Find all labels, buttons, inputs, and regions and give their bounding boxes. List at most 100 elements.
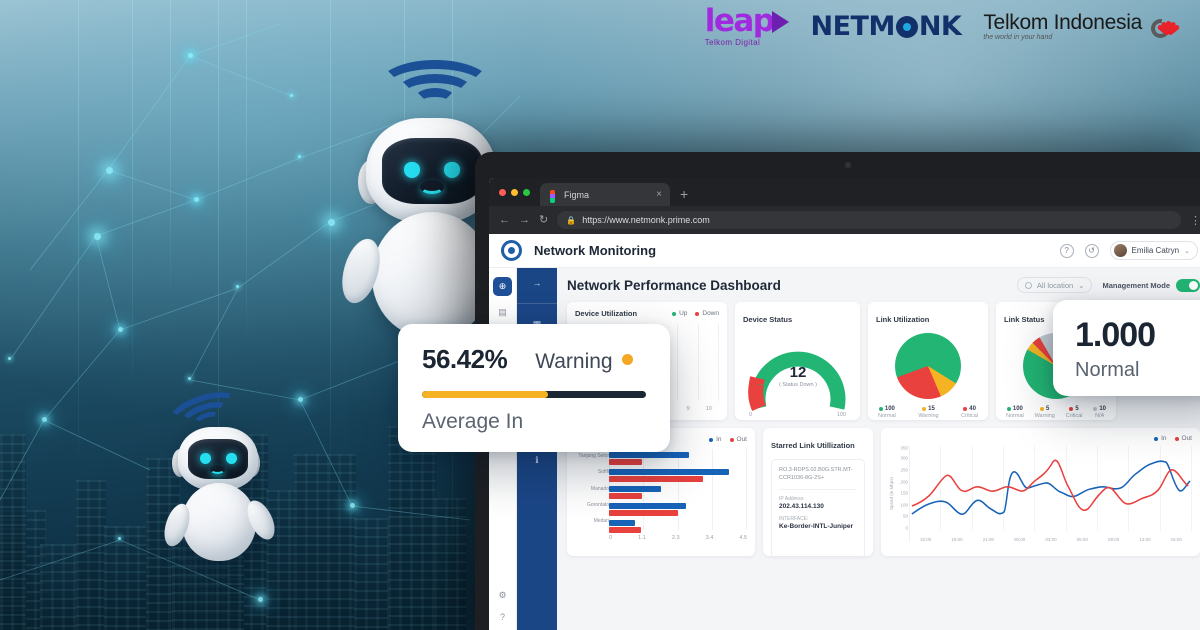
chevron-down-icon: ⌄	[1184, 247, 1190, 255]
link-utilization-card: Link Utilization 100 Normal 15 Warning 4…	[868, 302, 988, 420]
tab-close-icon[interactable]: ×	[656, 189, 662, 200]
legend-in: In	[1154, 435, 1167, 442]
expand-icon[interactable]: →	[528, 275, 546, 291]
starred-device-name: RO.3-RDPS.02.B0G.STR.MT-CCR1036-8G-2S+	[779, 467, 853, 481]
legend-in: In	[709, 436, 722, 443]
device-utilization-title: Device Utilization	[575, 309, 638, 318]
traffic-group-1	[609, 469, 747, 483]
starred-line-chart: Speed (in Mbps) 350 300 250 200 150 100 …	[889, 445, 1192, 542]
robot-visor	[382, 138, 482, 204]
url-text: https://www.netmonk.prime.com	[582, 215, 710, 225]
interface-label: INTERFACE:	[779, 515, 809, 522]
browser-tabbar: Figma × +	[489, 178, 1200, 206]
avatar	[1113, 244, 1127, 257]
starred-chart-legend: In Out	[1154, 435, 1192, 442]
link-status-title: Link Status	[1004, 315, 1045, 324]
traffic-legend: In Out	[709, 436, 747, 443]
yaxis-ticks: 350 300 250 200 150 100 50 0	[900, 445, 908, 531]
ip-label: IP Address:	[779, 495, 805, 502]
telkom-tagline: the world in your hand	[983, 34, 1053, 42]
location-filter-label: All location	[1036, 280, 1074, 290]
chevron-down-icon: ⌄	[1078, 280, 1085, 290]
yaxis-label: Speed (in Mbps)	[889, 477, 894, 511]
legend-critical: 40 Critical	[961, 406, 978, 419]
nav-divider	[517, 303, 557, 304]
normal-count-label: Normal	[1075, 359, 1140, 381]
legend-out: Out	[1174, 435, 1192, 442]
globe-icon[interactable]: ⊕	[493, 277, 512, 296]
lock-icon: 🔒	[566, 215, 577, 225]
app-title: Network Monitoring	[534, 243, 657, 258]
netmonk-logo: NETM NK	[811, 13, 962, 40]
history-icon[interactable]: ↺	[1084, 243, 1099, 258]
link-utilization-legend: 100 Normal 15 Warning 40 Critical	[876, 406, 980, 419]
device-status-gauge: 12 ( Status Down )	[743, 334, 853, 412]
browser-tab[interactable]: Figma ×	[540, 183, 670, 206]
starred-link-title: Starred Link Utillization	[771, 441, 855, 450]
leap-subtitle: Telkom Digital	[704, 38, 761, 47]
device-status-title: Device Status	[743, 315, 793, 324]
management-mode-toggle[interactable]	[1176, 278, 1200, 292]
legend-critical: 5 Critical	[1065, 406, 1083, 419]
ip-value: 202.43.114.130	[779, 502, 824, 510]
netmonk-brand-icon	[501, 240, 522, 261]
starred-link-info-card: Starred Link Utillization RO.3-RDPS.02.B…	[763, 428, 873, 559]
average-in-status: Warning	[535, 350, 613, 373]
help-icon[interactable]: ?	[1059, 243, 1074, 258]
netmonk-wordmark-post: NK	[918, 11, 962, 42]
normal-count-value: 1.000	[1075, 316, 1156, 354]
telkom-wordmark: Telkom Indonesia	[983, 10, 1142, 34]
link-utilization-title: Link Utilization	[876, 315, 930, 324]
leap-arrow-icon	[771, 10, 789, 33]
traffic-group-4	[609, 520, 747, 534]
reload-icon[interactable]: ↻	[539, 214, 548, 226]
back-icon[interactable]: ←	[499, 214, 510, 226]
legend-warning: 5 Warning	[1034, 406, 1055, 419]
user-menu[interactable]: Emilia Catryn ⌄	[1109, 241, 1198, 260]
location-pin-icon	[1024, 281, 1032, 289]
address-bar[interactable]: 🔒 https://www.netmonk.prime.com	[557, 211, 1181, 229]
browser-urlbar: ← → ↻ 🔒 https://www.netmonk.prime.com ⋮	[489, 206, 1200, 234]
tab-title: Figma	[564, 189, 590, 200]
robot-body	[372, 212, 492, 338]
browser-menu-icon[interactable]: ⋮	[1190, 214, 1200, 227]
new-tab-button[interactable]: +	[670, 186, 698, 206]
netmonk-o-icon	[895, 15, 918, 38]
device-status-sub: ( Status Down )	[779, 382, 817, 388]
figma-favicon	[548, 189, 558, 203]
window-controls[interactable]	[499, 178, 540, 206]
line-plot-area: 15:00 18:00 21:00 00:00 03:00 06:00 09:00 12…	[909, 446, 1192, 542]
leap-logo: leap Telkom Digital	[705, 6, 789, 47]
help-rail-icon[interactable]: ?	[500, 612, 505, 622]
management-mode[interactable]: Management Mode	[1102, 278, 1200, 292]
legend-normal: 100 Normal	[1006, 406, 1024, 419]
normal-count-overlay-card: 1.000 Normal	[1053, 300, 1200, 396]
traffic-group-0	[609, 452, 747, 466]
netmonk-wordmark-pre: NETM	[810, 11, 896, 42]
legend-out: Out	[729, 436, 747, 443]
save-icon[interactable]: ▤	[498, 307, 507, 318]
gauge-scale: 0 100	[743, 412, 852, 418]
settings-icon[interactable]: ⚙	[498, 590, 506, 601]
average-in-percent: 56.42%	[422, 344, 508, 374]
device-status-value: 12	[789, 364, 807, 381]
management-mode-label: Management Mode	[1102, 280, 1170, 290]
telkom-mark-icon	[1147, 12, 1181, 42]
robot-small	[159, 384, 298, 585]
location-filter[interactable]: All location ⌄	[1016, 277, 1093, 293]
forward-icon[interactable]: →	[519, 214, 530, 226]
legend-warning: 15 Warning	[918, 406, 939, 419]
device-utilization-legend: Up Down	[672, 310, 719, 317]
page-title: Network Performance Dashboard	[567, 277, 781, 293]
legend-normal: 100 Normal	[878, 406, 896, 419]
line-series	[911, 459, 1191, 515]
starred-link-chart-card: In Out Speed (in Mbps) 350 300 250 200 1…	[881, 428, 1200, 556]
warning-dot-icon	[621, 354, 633, 365]
leap-wordmark: leap	[704, 3, 775, 39]
user-name: Emilia Catryn	[1131, 246, 1180, 255]
gauge-min: 0	[749, 412, 753, 418]
traffic-group-3	[609, 503, 747, 517]
dashboard-header: Network Performance Dashboard All locati…	[567, 277, 1200, 293]
info-icon[interactable]: ℹ	[528, 452, 546, 468]
starred-link-details: RO.3-RDPS.02.B0G.STR.MT-CCR1036-8G-2S+ I…	[771, 459, 865, 559]
